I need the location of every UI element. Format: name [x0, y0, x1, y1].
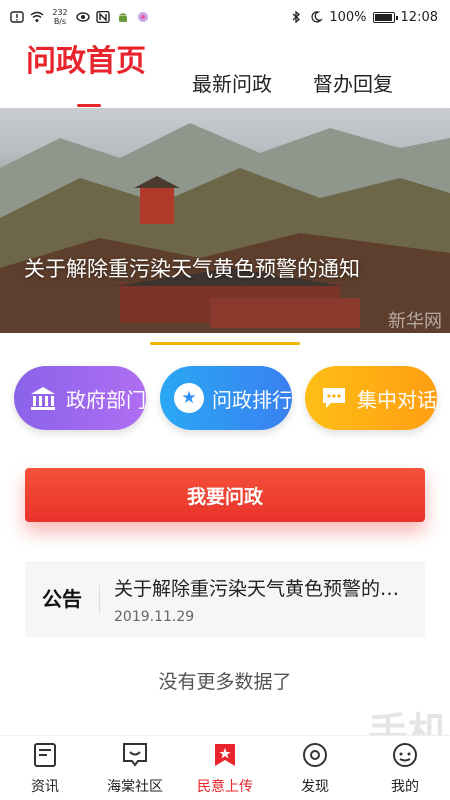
notice-item[interactable]: 公告 关于解除重污染天气黄色预警的通知 2019.11.29 — [25, 561, 425, 637]
nav-item-discover[interactable]: 发现 — [270, 736, 360, 800]
tab-supervision[interactable]: 督办回复 — [313, 68, 393, 97]
nav-label-discover: 发现 — [301, 779, 329, 795]
no-more-data-text: 没有更多数据了 — [158, 671, 292, 693]
community-icon — [122, 742, 148, 768]
notice-tag: 公告 — [25, 585, 100, 613]
profile-icon — [392, 742, 418, 768]
nav-label-profile: 我的 — [391, 779, 419, 795]
banner-image — [0, 123, 450, 333]
banner-caption: 关于解除重污染天气黄色预警的通知 — [24, 257, 360, 281]
dialogue-button[interactable]: 集中对话 — [305, 366, 437, 430]
carousel-indicator — [150, 342, 300, 345]
news-icon — [32, 742, 58, 768]
android-icon — [119, 13, 127, 22]
tab-home[interactable]: 问政首页 — [26, 36, 146, 80]
status-bar: 232 B/s 100% 12:08 — [0, 0, 450, 34]
gov-department-label: 政府部门 — [66, 387, 146, 412]
moon-icon — [311, 11, 324, 23]
bluetooth-icon — [292, 11, 301, 23]
alert-icon — [10, 11, 24, 23]
status-right: 100% 12:08 — [289, 10, 438, 25]
battery-fill — [374, 13, 392, 21]
notice-date: 2019.11.29 — [114, 608, 195, 625]
status-time: 12:08 — [400, 9, 438, 25]
nav-item-profile[interactable]: 我的 — [360, 736, 450, 800]
notice-body: 关于解除重污染天气黄色预警的通知 2019.11.29 — [100, 574, 425, 625]
notice-title: 关于解除重污染天气黄色预警的通知 — [114, 577, 404, 600]
nav-item-news[interactable]: 资讯 — [0, 736, 90, 800]
bottom-nav: 资讯 海棠社区 民意上传 发现 我的 — [0, 735, 450, 800]
building-icon — [28, 383, 58, 413]
tab-indicator — [77, 104, 101, 107]
nfc-icon — [96, 11, 110, 23]
nav-item-upload[interactable]: 民意上传 — [180, 736, 270, 800]
app-icon — [138, 12, 148, 22]
battery-percent: 100% — [329, 9, 367, 25]
ranking-label: 问政排行 — [212, 387, 292, 412]
battery-icon — [372, 11, 398, 23]
net-speed: 232 B/s — [52, 8, 68, 26]
banner-watermark: 新华网 — [388, 311, 442, 332]
nav-item-community[interactable]: 海棠社区 — [90, 736, 180, 800]
ask-question-button[interactable]: 我要问政 — [25, 468, 425, 522]
chat-icon — [319, 383, 349, 413]
status-left: 232 B/s — [10, 8, 150, 26]
top-tabs: 问政首页 最新问政 督办回复 — [0, 40, 450, 108]
rank-icon: ★ — [174, 383, 204, 413]
dialogue-label: 集中对话 — [357, 387, 437, 412]
banner-carousel[interactable]: 关于解除重污染天气黄色预警的通知 新华网 — [0, 108, 450, 333]
wifi-icon — [30, 11, 44, 22]
gov-department-button[interactable]: 政府部门 — [14, 366, 146, 430]
ranking-button[interactable]: ★ 问政排行 — [160, 366, 292, 430]
nav-label-news: 资讯 — [31, 779, 59, 795]
eye-icon — [76, 12, 90, 22]
nav-label-upload: 民意上传 — [197, 779, 253, 795]
discover-icon — [302, 742, 328, 768]
upload-icon — [212, 742, 238, 768]
nav-label-community: 海棠社区 — [107, 779, 163, 795]
tab-latest[interactable]: 最新问政 — [192, 68, 272, 97]
